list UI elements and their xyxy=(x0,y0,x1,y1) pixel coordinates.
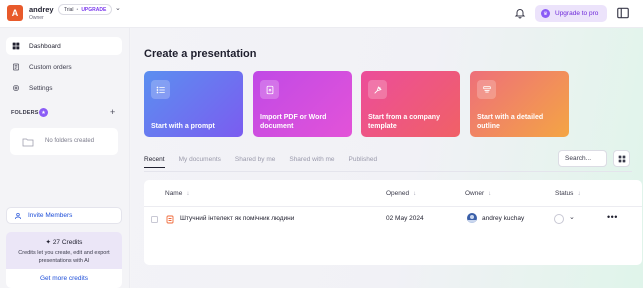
column-header-status[interactable]: Status ↓ xyxy=(555,190,580,197)
document-icon xyxy=(13,63,19,71)
invite-members-button[interactable]: Invite Members xyxy=(6,207,122,224)
owner-avatar xyxy=(467,213,477,223)
more-options-icon[interactable]: ••• xyxy=(607,212,618,222)
column-header-owner[interactable]: Owner ↓ xyxy=(465,190,491,197)
folder-icon xyxy=(22,138,34,147)
sort-arrow-icon: ↓ xyxy=(577,191,581,197)
user-role: Owner xyxy=(29,15,44,21)
sort-arrow-icon: ↓ xyxy=(186,191,190,197)
credits-count: 27 Credits xyxy=(52,239,83,246)
search-input[interactable]: Search... xyxy=(558,150,607,167)
get-more-credits-button[interactable]: Get more credits xyxy=(6,269,122,288)
plan-separator: • xyxy=(76,6,79,13)
invite-members-label: Invite Members xyxy=(28,212,73,219)
start-with-prompt-card[interactable]: Start with a prompt xyxy=(144,71,243,137)
template-icon xyxy=(368,80,387,99)
sidebar-item-label: Settings xyxy=(29,84,53,92)
outline-icon xyxy=(477,80,496,99)
column-header-opened[interactable]: Opened ↓ xyxy=(386,190,416,197)
card-label: Start with a detailed outline xyxy=(477,114,544,130)
tab-my-documents[interactable]: My documents xyxy=(179,156,221,168)
folders-empty-state: No folders created xyxy=(10,128,118,155)
dashboard-icon xyxy=(12,42,20,50)
column-label: Opened xyxy=(386,190,410,197)
plan-upgrade-link[interactable]: UPGRADE xyxy=(81,7,106,13)
upgrade-to-pro-button[interactable]: ♛ Upgrade to pro xyxy=(535,5,607,22)
tab-recent[interactable]: Recent xyxy=(144,156,165,168)
user-icon xyxy=(15,212,21,219)
column-label: Status xyxy=(555,190,574,197)
sparkle-icon: ✦ xyxy=(45,239,53,246)
tab-shared-with-me[interactable]: Shared with me xyxy=(289,156,334,168)
sort-arrow-icon: ↓ xyxy=(413,191,417,197)
sidebar-item-label: Dashboard xyxy=(29,42,61,50)
layout-icon[interactable] xyxy=(616,6,630,20)
sidebar-item-dashboard[interactable]: Dashboard xyxy=(6,37,122,55)
top-header: A andrey Owner Trial • UPGRADE ⌄ ♛ Upgra… xyxy=(0,0,643,28)
tab-published[interactable]: Published xyxy=(349,156,378,168)
column-label: Owner xyxy=(465,190,485,197)
crown-icon: ♛ xyxy=(541,9,550,18)
column-label: Name xyxy=(165,190,183,197)
documents-tabs: Recent My documents Shared by me Shared … xyxy=(144,156,391,168)
grid-icon xyxy=(618,155,625,162)
status-indicator[interactable] xyxy=(554,214,564,224)
column-header-name[interactable]: Name ↓ xyxy=(165,190,189,197)
card-label: Import PDF or Word document xyxy=(260,114,327,130)
tab-shared-by-me[interactable]: Shared by me xyxy=(235,156,275,168)
user-name[interactable]: andrey xyxy=(29,5,54,14)
sidebar-item-label: Custom orders xyxy=(29,63,72,71)
tabs-divider xyxy=(144,171,632,172)
row-document-name[interactable]: Штучний інтелект як помічник людини xyxy=(180,215,294,222)
plan-label: Trial xyxy=(64,6,74,13)
chevron-down-icon[interactable]: ⌄ xyxy=(569,213,575,221)
user-avatar[interactable]: A xyxy=(7,5,23,21)
company-template-card[interactable]: Start from a company template xyxy=(361,71,460,137)
list-icon xyxy=(151,80,170,99)
gear-icon xyxy=(13,85,19,91)
upload-doc-icon xyxy=(260,80,279,99)
bell-icon[interactable] xyxy=(514,7,526,19)
sort-arrow-icon: ↓ xyxy=(488,191,492,197)
table-row[interactable]: Штучний інтелект як помічник людини 02 M… xyxy=(144,211,642,229)
chevron-down-icon[interactable]: ⌄ xyxy=(115,4,121,12)
card-label: Start from a company template xyxy=(368,114,440,130)
documents-table: Name ↓ Opened ↓ Owner ↓ Status ↓ Штучний інт… xyxy=(144,180,642,265)
plan-badge[interactable]: Trial • UPGRADE xyxy=(58,4,113,15)
row-checkbox[interactable] xyxy=(151,216,158,223)
folders-empty-text: No folders created xyxy=(45,138,95,144)
presentation-file-icon xyxy=(166,215,174,224)
credits-description: Credits let you create, edit and export … xyxy=(18,250,110,264)
row-owner-name: andrey kuchay xyxy=(482,215,525,222)
detailed-outline-card[interactable]: Start with a detailed outline xyxy=(470,71,569,137)
card-label: Start with a prompt xyxy=(151,123,215,130)
sidebar: Dashboard Custom orders Settings FOLDERS… xyxy=(0,28,130,288)
sidebar-item-settings[interactable]: Settings xyxy=(6,79,122,97)
add-folder-button[interactable]: + xyxy=(110,107,115,117)
sidebar-item-custom-orders[interactable]: Custom orders xyxy=(6,58,122,76)
table-header-divider xyxy=(144,206,642,207)
row-opened-date: 02 May 2024 xyxy=(386,215,424,222)
credits-panel: ✦ 27 Credits Credits let you create, edi… xyxy=(6,232,122,288)
main-content: Create a presentation Start with a promp… xyxy=(131,28,643,288)
page-title: Create a presentation xyxy=(144,48,257,60)
star-icon: ★ xyxy=(39,108,48,117)
folders-heading: FOLDERS xyxy=(11,110,39,116)
grid-view-toggle[interactable] xyxy=(613,150,630,167)
upgrade-button-label: Upgrade to pro xyxy=(555,10,599,17)
import-document-card[interactable]: Import PDF or Word document xyxy=(253,71,352,137)
credits-title: ✦ 27 Credits xyxy=(6,238,122,246)
